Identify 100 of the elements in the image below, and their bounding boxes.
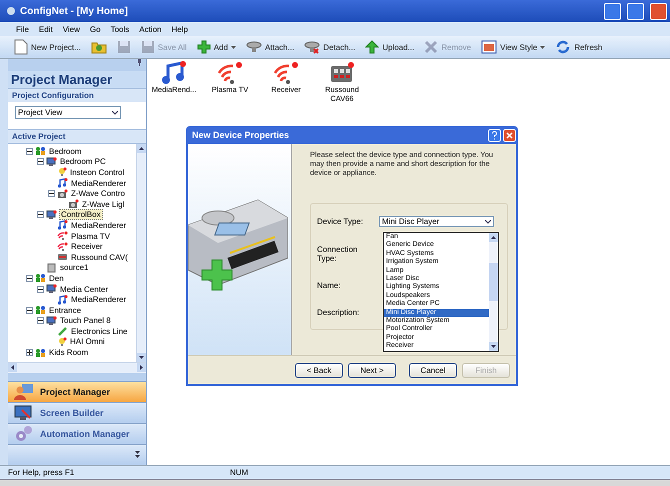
vertical-scrollbar[interactable] xyxy=(489,233,498,351)
monitor-icon xyxy=(46,316,57,326)
floppy-icon xyxy=(116,40,131,54)
monitor-icon xyxy=(46,210,57,220)
tree-item[interactable]: Bedroom PC xyxy=(59,157,107,166)
collapse-toggle[interactable] xyxy=(37,211,44,218)
tree-item[interactable]: Z-Wave Contro xyxy=(70,189,126,198)
tree-item[interactable]: Electronics Line xyxy=(70,326,128,336)
tree-item[interactable]: Den xyxy=(48,274,65,283)
minimize-button[interactable] xyxy=(604,2,621,20)
floppy-icon xyxy=(140,40,155,54)
pen-icon xyxy=(57,326,68,336)
tree-item[interactable]: ControlBox xyxy=(59,209,103,220)
status-text: For Help, press F1 xyxy=(7,468,76,477)
device-icon xyxy=(46,262,57,273)
panel-title: Project Manager xyxy=(10,71,114,88)
close-button[interactable] xyxy=(503,128,516,142)
tree-item[interactable]: Media Center xyxy=(59,284,110,294)
tree-item[interactable]: Touch Panel 8 xyxy=(59,316,112,326)
toolbar-button[interactable]: View Style xyxy=(477,38,550,56)
tree-item[interactable]: Kids Room xyxy=(48,348,90,358)
close-button[interactable] xyxy=(650,2,667,20)
menu-item[interactable]: Action xyxy=(139,24,162,34)
collapse-toggle[interactable] xyxy=(37,286,44,293)
arrow-icon xyxy=(140,365,143,370)
section-header: Project Configuration xyxy=(8,88,146,102)
arrow-icon xyxy=(139,147,144,150)
refresh-icon xyxy=(555,39,572,55)
camera-icon xyxy=(68,199,79,210)
menu-item[interactable]: Tools xyxy=(110,24,130,34)
tree-item[interactable]: Receiver xyxy=(70,242,104,252)
folder-icon xyxy=(90,40,107,54)
maximize-button[interactable] xyxy=(627,2,644,20)
toolbar-button[interactable]: Detach... xyxy=(300,38,360,56)
vertical-scrollbar[interactable] xyxy=(136,144,146,362)
field-label: Description: xyxy=(317,308,360,317)
toolbar-button[interactable]: Refresh xyxy=(551,37,606,57)
collapse-toggle[interactable] xyxy=(48,190,55,198)
expand-toggle[interactable] xyxy=(26,349,33,356)
menu-item[interactable]: File xyxy=(16,24,29,34)
music-note-icon xyxy=(161,61,187,85)
plus-icon xyxy=(196,40,211,54)
person-icon xyxy=(14,383,34,401)
menu-item[interactable]: Go xyxy=(90,24,101,34)
tree-item[interactable]: HAI Omni xyxy=(69,337,106,346)
tree-item[interactable]: Entrance xyxy=(48,306,82,315)
menu-item[interactable]: Edit xyxy=(38,24,53,34)
device-type-dropdown[interactable]: Mini Disc Player xyxy=(379,216,494,227)
tree-item[interactable]: MediaRenderer xyxy=(70,178,128,188)
tree-item[interactable]: MediaRenderer xyxy=(70,220,128,230)
tree-item[interactable]: source1 xyxy=(59,263,90,272)
section-header: Active Project xyxy=(8,129,146,143)
field-label: Name: xyxy=(317,281,342,290)
chevron-icon[interactable] xyxy=(135,451,140,459)
caret-icon xyxy=(112,110,118,114)
tree-item[interactable]: MediaRenderer xyxy=(70,295,128,304)
nav-button[interactable]: Screen Builder xyxy=(8,402,146,423)
menu-item[interactable]: View xyxy=(62,24,80,34)
view-dropdown[interactable]: Project View xyxy=(15,106,121,119)
collapse-toggle[interactable] xyxy=(37,317,44,324)
camera-icon xyxy=(57,188,68,199)
collapse-toggle[interactable] xyxy=(26,274,33,282)
up-arrow-icon xyxy=(365,40,380,54)
dialog-button[interactable]: < Back xyxy=(295,362,343,378)
collapse-toggle[interactable] xyxy=(26,306,33,314)
nav-button[interactable]: Project Manager xyxy=(8,381,146,402)
nav-button[interactable]: Automation Manager xyxy=(8,423,146,444)
device-icon xyxy=(57,252,68,262)
tree-item[interactable]: Bedroom xyxy=(48,146,82,156)
horizontal-scrollbar[interactable] xyxy=(8,362,146,373)
dialog-button[interactable]: Cancel xyxy=(409,362,457,378)
music-note-icon xyxy=(57,294,68,305)
device-icon xyxy=(329,61,355,85)
menu-item[interactable]: Help xyxy=(171,24,188,34)
toolbar-button[interactable]: Attach... xyxy=(242,38,298,56)
pin-icon[interactable] xyxy=(137,59,142,66)
arrow-icon xyxy=(491,236,496,239)
collapse-toggle[interactable] xyxy=(26,148,33,155)
tree-item[interactable]: Insteon Control xyxy=(69,168,126,177)
arrow-icon xyxy=(139,356,144,359)
collapse-toggle[interactable] xyxy=(37,158,44,166)
monitor-icon xyxy=(46,156,57,167)
tree-item[interactable]: Russound CAV( xyxy=(70,252,129,262)
tree-item[interactable]: Z-Wave Ligl xyxy=(81,200,126,209)
help-button[interactable] xyxy=(488,128,501,142)
people-icon xyxy=(35,273,46,284)
music-note-icon xyxy=(57,220,68,230)
toolbar-button[interactable]: Add xyxy=(192,38,240,56)
toolbar-button[interactable]: New Project... xyxy=(10,37,85,57)
dialog-title: New Device Properties xyxy=(192,130,290,140)
window-icon xyxy=(481,40,498,54)
music-note-icon xyxy=(57,178,68,188)
signal-icon xyxy=(273,61,299,85)
dialog-button[interactable]: Next > xyxy=(348,362,396,378)
arrow-icon xyxy=(491,345,496,348)
tree-item[interactable]: Plasma TV xyxy=(70,232,111,241)
signal-icon xyxy=(57,231,68,242)
document-icon xyxy=(14,39,28,55)
toolbar-button[interactable]: Upload... xyxy=(361,38,418,56)
caret-icon xyxy=(485,220,491,224)
